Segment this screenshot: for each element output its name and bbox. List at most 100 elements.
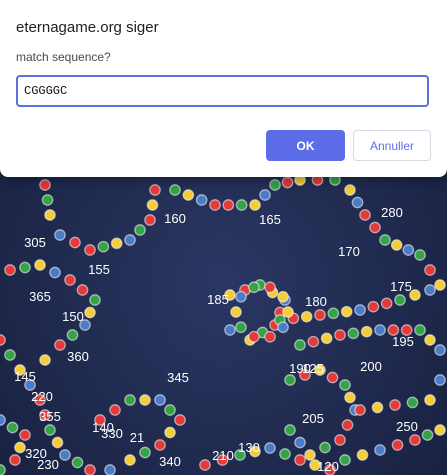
nucleotide-base[interactable] xyxy=(248,281,260,294)
nucleotide-base[interactable] xyxy=(347,327,360,340)
nucleotide-base[interactable] xyxy=(354,404,366,416)
nucleotide-base[interactable] xyxy=(259,189,271,201)
nucleotide-base[interactable] xyxy=(434,279,446,291)
nucleotide-base[interactable] xyxy=(224,324,236,336)
nucleotide-base[interactable] xyxy=(307,335,320,348)
nucleotide-base[interactable] xyxy=(109,404,121,416)
nucleotide-base[interactable] xyxy=(294,339,306,351)
nucleotide-base[interactable] xyxy=(19,261,31,274)
nucleotide-base[interactable] xyxy=(44,424,56,436)
ok-button[interactable]: OK xyxy=(266,130,345,161)
nucleotide-base[interactable] xyxy=(284,374,296,386)
nucleotide-base[interactable] xyxy=(164,404,176,416)
nucleotide-base[interactable] xyxy=(34,259,46,271)
nucleotide-base[interactable] xyxy=(104,464,116,475)
nucleotide-base[interactable] xyxy=(149,184,161,196)
nucleotide-base[interactable] xyxy=(76,284,89,296)
nucleotide-base[interactable] xyxy=(319,441,331,454)
nucleotide-base[interactable] xyxy=(300,310,313,323)
nucleotide-base[interactable] xyxy=(146,199,159,211)
nucleotide-base[interactable] xyxy=(54,339,66,351)
nucleotide-base[interactable] xyxy=(235,290,247,303)
nucleotide-base[interactable] xyxy=(351,196,364,209)
nucleotide-base[interactable] xyxy=(339,454,351,466)
nucleotide-base[interactable] xyxy=(394,294,406,306)
nucleotide-base[interactable] xyxy=(264,330,276,343)
nucleotide-base[interactable] xyxy=(84,306,96,319)
nucleotide-base[interactable] xyxy=(14,441,26,454)
nucleotide-base[interactable] xyxy=(326,371,339,384)
nucleotide-base[interactable] xyxy=(279,448,291,460)
nucleotide-base[interactable] xyxy=(374,444,386,456)
nucleotide-base[interactable] xyxy=(0,414,6,426)
nucleotide-base[interactable] xyxy=(71,456,84,469)
nucleotide-base[interactable] xyxy=(0,464,6,475)
nucleotide-base[interactable] xyxy=(281,176,294,189)
nucleotide-base[interactable] xyxy=(369,221,381,234)
nucleotide-base[interactable] xyxy=(134,224,146,236)
nucleotide-base[interactable] xyxy=(89,294,101,306)
nucleotide-base[interactable] xyxy=(84,464,96,475)
nucleotide-base[interactable] xyxy=(182,189,195,201)
nucleotide-base[interactable] xyxy=(356,449,369,461)
nucleotide-base[interactable] xyxy=(269,179,281,191)
nucleotide-base[interactable] xyxy=(222,199,235,211)
nucleotide-base[interactable] xyxy=(230,306,242,318)
sequence-input[interactable] xyxy=(16,75,429,107)
nucleotide-base[interactable] xyxy=(424,284,436,296)
nucleotide-base[interactable] xyxy=(367,300,380,313)
nucleotide-base[interactable] xyxy=(124,394,136,406)
nucleotide-base[interactable] xyxy=(54,229,66,241)
nucleotide-base[interactable] xyxy=(424,264,436,276)
nucleotide-base[interactable] xyxy=(344,184,356,196)
nucleotide-base[interactable] xyxy=(284,424,296,436)
nucleotide-base[interactable] xyxy=(39,179,51,191)
nucleotide-base[interactable] xyxy=(341,419,354,431)
nucleotide-base[interactable] xyxy=(9,454,21,466)
nucleotide-base[interactable] xyxy=(389,399,401,411)
nucleotide-base[interactable] xyxy=(66,329,79,341)
nucleotide-base[interactable] xyxy=(380,297,393,310)
nucleotide-base[interactable] xyxy=(84,244,96,256)
nucleotide-base[interactable] xyxy=(154,394,166,406)
nucleotide-base[interactable] xyxy=(409,434,421,446)
nucleotide-base[interactable] xyxy=(44,209,56,221)
nucleotide-base[interactable] xyxy=(39,354,51,366)
nucleotide-base[interactable] xyxy=(139,394,151,406)
nucleotide-base[interactable] xyxy=(277,290,289,303)
nucleotide-base[interactable] xyxy=(340,305,353,318)
nucleotide-base[interactable] xyxy=(264,281,276,294)
nucleotide-base[interactable] xyxy=(354,304,366,316)
nucleotide-base[interactable] xyxy=(110,237,123,250)
nucleotide-base[interactable] xyxy=(235,199,248,211)
nucleotide-base[interactable] xyxy=(320,332,333,345)
nucleotide-base[interactable] xyxy=(390,239,403,251)
nucleotide-base[interactable] xyxy=(391,439,404,451)
nucleotide-base[interactable] xyxy=(264,442,276,454)
nucleotide-base[interactable] xyxy=(434,344,446,356)
nucleotide-base[interactable] xyxy=(339,379,351,391)
nucleotide-base[interactable] xyxy=(174,414,186,426)
nucleotide-base[interactable] xyxy=(124,454,136,466)
nucleotide-base[interactable] xyxy=(424,334,436,346)
nucleotide-base[interactable] xyxy=(421,429,434,441)
nucleotide-base[interactable] xyxy=(344,391,356,404)
nucleotide-base[interactable] xyxy=(154,439,166,451)
nucleotide-base[interactable] xyxy=(59,449,71,461)
nucleotide-base[interactable] xyxy=(434,374,446,386)
nucleotide-base[interactable] xyxy=(294,436,306,449)
nucleotide-base[interactable] xyxy=(414,324,426,336)
nucleotide-base[interactable] xyxy=(69,236,81,249)
nucleotide-base[interactable] xyxy=(360,325,373,338)
nucleotide-base[interactable] xyxy=(164,426,176,439)
nucleotide-base[interactable] xyxy=(282,306,294,318)
nucleotide-base[interactable] xyxy=(124,234,136,246)
nucleotide-base[interactable] xyxy=(334,434,346,446)
nucleotide-base[interactable] xyxy=(6,421,19,434)
nucleotide-base[interactable] xyxy=(304,449,316,461)
nucleotide-base[interactable] xyxy=(327,307,340,320)
nucleotide-base[interactable] xyxy=(371,401,384,414)
nucleotide-base[interactable] xyxy=(314,309,326,321)
nucleotide-base[interactable] xyxy=(209,199,221,211)
nucleotide-base[interactable] xyxy=(277,321,289,334)
